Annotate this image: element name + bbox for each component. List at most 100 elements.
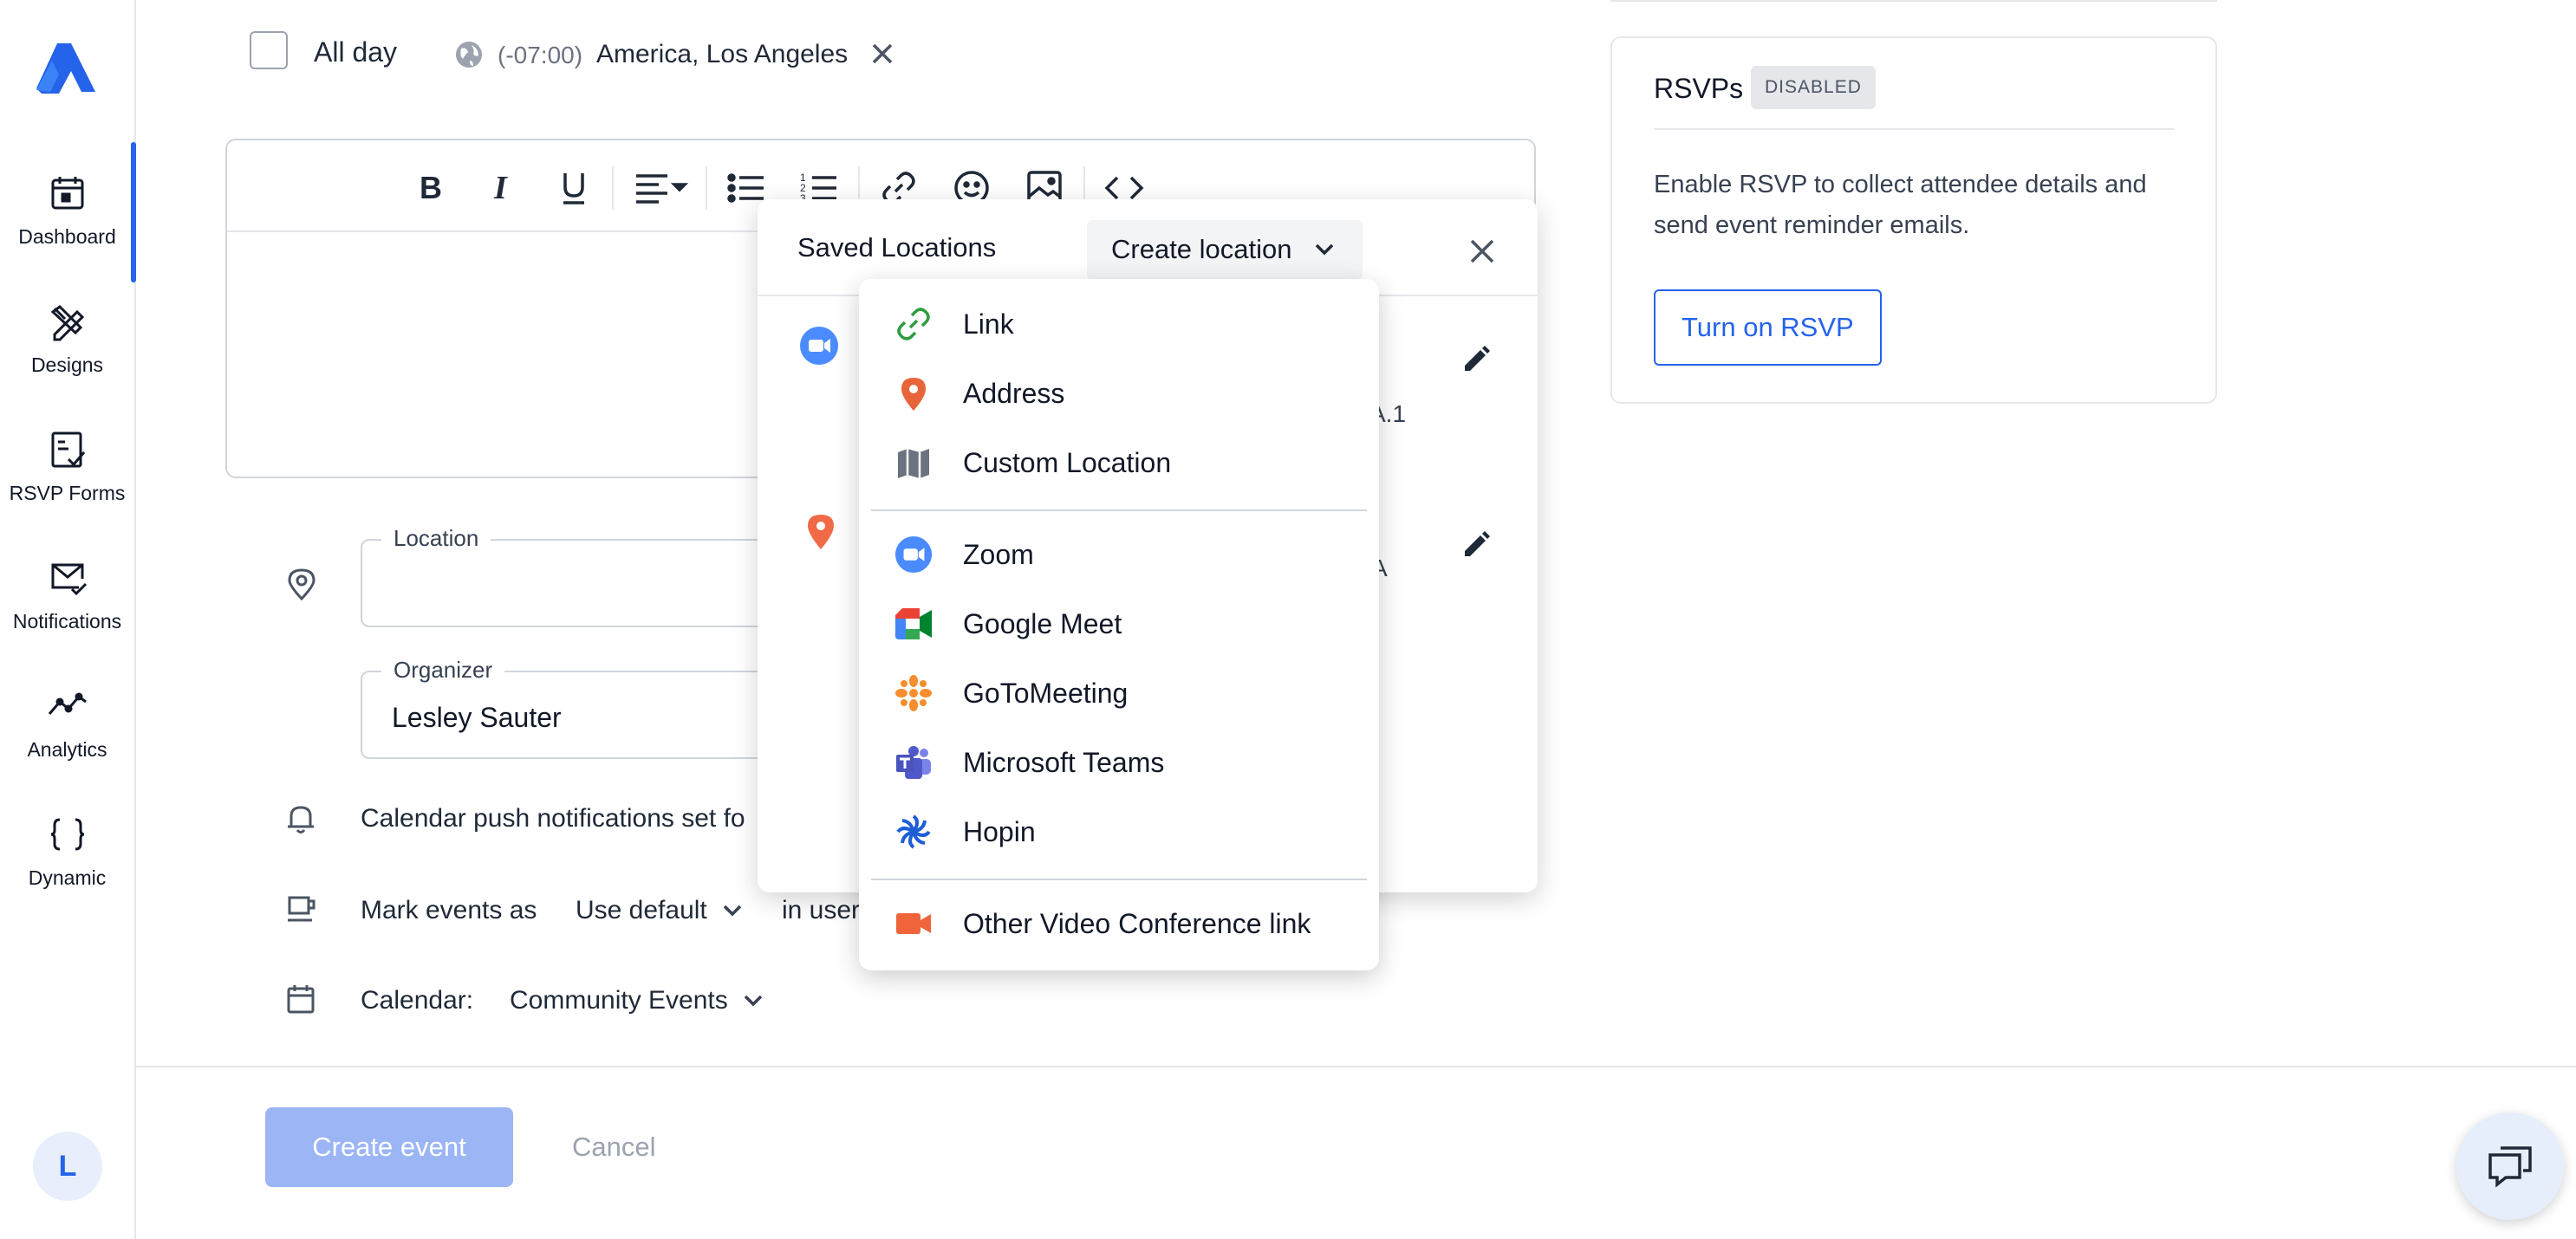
bell-icon xyxy=(288,806,314,834)
menu-item-label: Zoom xyxy=(963,538,1034,570)
sidebar-item-analytics[interactable]: Analytics xyxy=(0,686,134,790)
map-pin-icon xyxy=(894,373,933,413)
footer-divider xyxy=(136,1066,2576,1067)
sidebar-item-notifications[interactable]: Notifications xyxy=(0,558,134,662)
globe-icon xyxy=(456,42,482,68)
menu-item-label: GoToMeeting xyxy=(963,677,1129,709)
organizer-field-label: Organizer xyxy=(381,657,505,684)
mark-events-suffix: in user xyxy=(782,896,861,924)
zoom-icon xyxy=(894,535,933,574)
hopin-icon xyxy=(894,812,933,852)
pencil-ruler-icon xyxy=(50,305,84,341)
menu-item-hopin[interactable]: Hopin xyxy=(859,799,1379,865)
calendar-value: Community Events xyxy=(510,986,728,1015)
create-location-menu: Link Address Custom Location Zoom Google… xyxy=(859,279,1379,970)
create-location-button[interactable]: Create location xyxy=(1087,220,1363,279)
map-icon xyxy=(894,443,933,483)
menu-item-label: Address xyxy=(963,377,1065,409)
timezone-name[interactable]: America, Los Angeles xyxy=(596,40,848,69)
sidebar-item-label: Dashboard xyxy=(18,225,116,248)
sidebar-item-label: RSVP Forms xyxy=(9,482,126,504)
mark-events-label: Mark events as xyxy=(361,896,537,924)
menu-item-other-video-link[interactable]: Other Video Conference link xyxy=(859,891,1379,957)
underline-button[interactable] xyxy=(555,166,593,210)
bullet-list-icon xyxy=(727,173,764,203)
rsvp-description: Enable RSVP to collect attendee details … xyxy=(1654,171,2147,239)
microsoft-teams-icon xyxy=(894,743,933,782)
calendar-icon xyxy=(51,177,83,210)
chevron-down-icon xyxy=(723,905,742,917)
sidebar-item-designs[interactable]: Designs xyxy=(0,302,134,405)
coffee-cup-icon xyxy=(288,896,315,922)
organizer-field[interactable]: Organizer Lesley Sauter xyxy=(361,657,811,759)
close-icon[interactable] xyxy=(867,38,898,69)
sidebar-item-dynamic[interactable]: Dynamic xyxy=(0,814,134,918)
chevron-down-icon xyxy=(744,995,762,1007)
user-avatar[interactable]: L xyxy=(33,1132,102,1201)
edit-pencil-icon[interactable] xyxy=(1460,529,1493,561)
edit-pencil-icon[interactable] xyxy=(1460,343,1493,376)
push-notifications-text: Calendar push notifications set fo xyxy=(361,804,745,833)
create-event-button[interactable]: Create event xyxy=(265,1107,513,1187)
link-icon xyxy=(894,304,933,344)
chat-icon xyxy=(2488,1146,2532,1188)
location-field-label: Location xyxy=(381,525,491,552)
menu-divider xyxy=(871,509,1367,511)
menu-item-link[interactable]: Link xyxy=(859,291,1379,357)
video-camera-icon xyxy=(894,904,933,944)
align-left-icon xyxy=(636,174,689,204)
align-dropdown[interactable] xyxy=(631,166,692,210)
saved-locations-title: Saved Locations xyxy=(797,232,997,263)
calendar-label: Calendar: xyxy=(361,986,474,1015)
allday-checkbox[interactable] xyxy=(250,31,288,69)
toolbar-divider xyxy=(706,166,707,210)
gotomeeting-icon xyxy=(894,673,933,713)
menu-item-address[interactable]: Address xyxy=(859,360,1379,426)
cancel-button[interactable]: Cancel xyxy=(572,1132,656,1163)
svg-text:B: B xyxy=(420,171,442,205)
sidebar-item-dashboard[interactable]: Dashboard xyxy=(0,173,134,277)
menu-item-label: Other Video Conference link xyxy=(963,907,1311,939)
menu-item-label: Microsoft Teams xyxy=(963,746,1165,778)
rsvp-top-divider xyxy=(1610,0,2217,2)
menu-item-custom-location[interactable]: Custom Location xyxy=(859,430,1379,496)
turn-on-rsvp-button[interactable]: Turn on RSVP xyxy=(1654,289,1882,366)
status-badge: DISABLED xyxy=(1751,66,1876,109)
calendar-select[interactable]: Community Events xyxy=(510,986,764,1015)
menu-item-google-meet[interactable]: Google Meet xyxy=(859,591,1379,657)
rsvp-divider xyxy=(1654,128,2174,130)
timezone-offset: (-07:00) xyxy=(498,42,583,68)
form-check-icon xyxy=(51,431,85,468)
app-logo[interactable] xyxy=(33,40,99,99)
mail-check-icon xyxy=(51,563,87,596)
menu-item-label: Hopin xyxy=(963,815,1036,847)
toolbar-divider xyxy=(612,166,614,210)
chat-support-button[interactable] xyxy=(2456,1113,2564,1220)
bold-button[interactable]: B xyxy=(409,166,447,210)
underline-icon xyxy=(563,173,584,204)
sidebar-item-label: Analytics xyxy=(27,738,107,761)
location-field[interactable]: Location xyxy=(361,525,811,627)
line-chart-icon xyxy=(48,692,87,715)
menu-item-gotomeeting[interactable]: GoToMeeting xyxy=(859,660,1379,726)
organizer-field-value: Lesley Sauter xyxy=(392,702,562,733)
calendar-icon xyxy=(287,985,315,1014)
sidebar-item-rsvp-forms[interactable]: RSVP Forms xyxy=(0,430,134,534)
menu-item-microsoft-teams[interactable]: Microsoft Teams xyxy=(859,730,1379,795)
allday-label: All day xyxy=(314,36,398,68)
rsvp-card: RSVPs DISABLED Enable RSVP to collect at… xyxy=(1610,36,2217,404)
menu-item-zoom[interactable]: Zoom xyxy=(859,522,1379,587)
bold-icon: B xyxy=(420,171,442,205)
menu-item-label: Link xyxy=(963,308,1014,340)
zoom-icon xyxy=(800,327,838,365)
close-icon[interactable] xyxy=(1465,234,1499,269)
italic-icon: I xyxy=(493,171,508,205)
sidebar: Dashboard Designs RSVP Forms Notificatio… xyxy=(0,0,136,1239)
rsvp-title: RSVPs xyxy=(1654,73,1744,104)
map-pin-icon xyxy=(808,515,834,549)
menu-item-label: Google Meet xyxy=(963,607,1122,639)
sidebar-item-label: Designs xyxy=(30,354,104,376)
italic-button[interactable]: I xyxy=(482,166,520,210)
menu-divider xyxy=(871,879,1367,880)
mark-events-select[interactable]: Use default xyxy=(576,896,744,925)
